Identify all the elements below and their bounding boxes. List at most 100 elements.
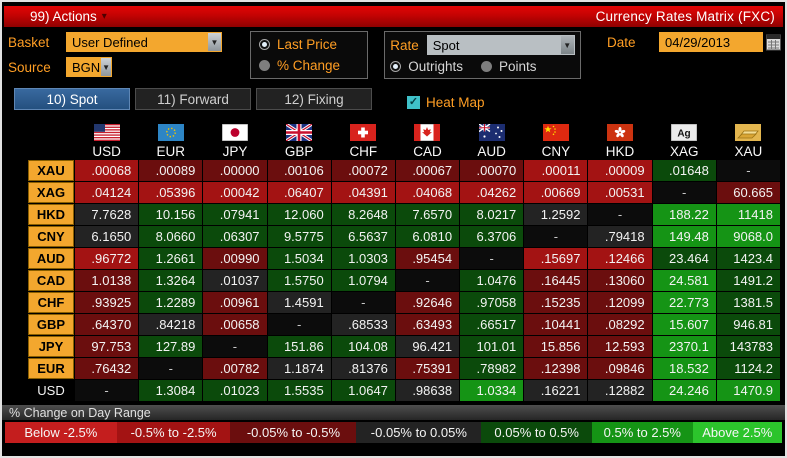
column-header-jpy[interactable]: JPY [203,113,267,159]
row-header-xag[interactable]: XAG [28,182,74,203]
cell-cad-gbp[interactable]: 1.5750 [267,270,331,291]
cell-cny-usd[interactable]: 6.1650 [75,226,139,247]
cell-cad-chf[interactable]: 1.0794 [331,270,395,291]
cell-gbp-cny[interactable]: .10441 [524,314,588,335]
cell-cad-usd[interactable]: 1.0138 [75,270,139,291]
row-header-chf[interactable]: CHF [28,292,74,313]
row-header-aud[interactable]: AUD [28,248,74,269]
cell-cad-cny[interactable]: .16445 [524,270,588,291]
cell-eur-usd[interactable]: .76432 [75,358,139,379]
cell-gbp-hkd[interactable]: .08292 [588,314,652,335]
radio-last-price[interactable]: Last Price [259,35,359,55]
cell-eur-jpy[interactable]: .00782 [203,358,267,379]
cell-xag-eur[interactable]: .05396 [139,182,203,203]
cell-eur-xag[interactable]: 18.532 [652,358,716,379]
cell-cny-jpy[interactable]: .06307 [203,226,267,247]
cell-xau-jpy[interactable]: .00000 [203,160,267,181]
cell-cny-eur[interactable]: 8.0660 [139,226,203,247]
date-field[interactable]: 04/29/2013 [659,32,763,52]
cell-jpy-xau[interactable]: 143783 [716,336,780,357]
cell-chf-chf[interactable]: - [331,292,395,313]
cell-hkd-xau[interactable]: 11418 [716,204,780,225]
row-header-xau[interactable]: XAU [28,160,74,181]
column-header-xau[interactable]: XAU [716,113,780,159]
cell-usd-xag[interactable]: 24.246 [652,380,716,401]
cell-cad-eur[interactable]: 1.3264 [139,270,203,291]
basket-dropdown[interactable]: User Defined [66,32,222,52]
cell-hkd-jpy[interactable]: .07941 [203,204,267,225]
cell-eur-cny[interactable]: .12398 [524,358,588,379]
cell-jpy-usd[interactable]: 97.753 [75,336,139,357]
cell-chf-aud[interactable]: .97058 [460,292,524,313]
cell-hkd-cny[interactable]: 1.2592 [524,204,588,225]
cell-xag-aud[interactable]: .04262 [460,182,524,203]
cell-jpy-aud[interactable]: 101.01 [460,336,524,357]
cell-xau-cad[interactable]: .00067 [395,160,460,181]
cell-cny-cad[interactable]: 6.0810 [395,226,460,247]
cell-hkd-gbp[interactable]: 12.060 [267,204,331,225]
cell-chf-hkd[interactable]: .12099 [588,292,652,313]
cell-cny-hkd[interactable]: .79418 [588,226,652,247]
cell-hkd-usd[interactable]: 7.7628 [75,204,139,225]
cell-jpy-jpy[interactable]: - [203,336,267,357]
tab-spot[interactable]: 10) Spot [14,88,130,110]
source-dropdown[interactable]: BGN [66,57,112,77]
cell-cad-xag[interactable]: 24.581 [652,270,716,291]
cell-hkd-chf[interactable]: 8.2648 [331,204,395,225]
chevron-down-icon[interactable] [208,33,221,51]
tab-forward[interactable]: 11) Forward [135,88,251,110]
cell-cad-aud[interactable]: 1.0476 [460,270,524,291]
cell-xau-cny[interactable]: .00011 [524,160,588,181]
chevron-down-icon[interactable] [101,58,111,76]
cell-eur-hkd[interactable]: .09846 [588,358,652,379]
cell-cny-xag[interactable]: 149.48 [652,226,716,247]
column-header-aud[interactable]: AUD [460,113,524,159]
radio-outrights[interactable]: Outrights [390,56,463,76]
rate-dropdown[interactable]: Spot [426,35,575,55]
cell-aud-jpy[interactable]: .00990 [203,248,267,269]
row-header-jpy[interactable]: JPY [28,336,74,357]
cell-usd-hkd[interactable]: .12882 [588,380,652,401]
cell-xag-usd[interactable]: .04124 [75,182,139,203]
cell-gbp-eur[interactable]: .84218 [139,314,203,335]
cell-chf-xau[interactable]: 1381.5 [716,292,780,313]
cell-aud-cny[interactable]: .15697 [524,248,588,269]
cell-chf-cny[interactable]: .15235 [524,292,588,313]
cell-eur-xau[interactable]: 1124.2 [716,358,780,379]
cell-xau-xag[interactable]: .01648 [652,160,716,181]
cell-gbp-usd[interactable]: .64370 [75,314,139,335]
cell-usd-usd[interactable]: - [75,380,139,401]
cell-usd-cny[interactable]: .16221 [524,380,588,401]
cell-chf-eur[interactable]: 1.2289 [139,292,203,313]
row-header-cad[interactable]: CAD [28,270,74,291]
cell-gbp-chf[interactable]: .68533 [331,314,395,335]
cell-xag-xau[interactable]: 60.665 [716,182,780,203]
row-header-cny[interactable]: CNY [28,226,74,247]
cell-aud-xau[interactable]: 1423.4 [716,248,780,269]
heat-map-toggle[interactable]: Heat Map [407,95,485,110]
cell-aud-usd[interactable]: .96772 [75,248,139,269]
cell-hkd-xag[interactable]: 188.22 [652,204,716,225]
cell-xau-xau[interactable]: - [716,160,780,181]
cell-xag-chf[interactable]: .04391 [331,182,395,203]
calendar-icon[interactable] [766,34,781,51]
cell-aud-gbp[interactable]: 1.5034 [267,248,331,269]
cell-gbp-xau[interactable]: 946.81 [716,314,780,335]
cell-eur-cad[interactable]: .75391 [395,358,460,379]
cell-aud-eur[interactable]: 1.2661 [139,248,203,269]
cell-chf-xag[interactable]: 22.773 [652,292,716,313]
cell-usd-aud[interactable]: 1.0334 [460,380,524,401]
cell-jpy-gbp[interactable]: 151.86 [267,336,331,357]
cell-chf-jpy[interactable]: .00961 [203,292,267,313]
row-header-hkd[interactable]: HKD [28,204,74,225]
cell-eur-gbp[interactable]: 1.1874 [267,358,331,379]
cell-chf-usd[interactable]: .93925 [75,292,139,313]
cell-hkd-hkd[interactable]: - [588,204,652,225]
radio-percent-change[interactable]: % Change [259,56,359,76]
cell-jpy-chf[interactable]: 104.08 [331,336,395,357]
cell-gbp-gbp[interactable]: - [267,314,331,335]
column-header-chf[interactable]: CHF [331,113,395,159]
cell-aud-cad[interactable]: .95454 [395,248,460,269]
cell-xag-xag[interactable]: - [652,182,716,203]
cell-eur-chf[interactable]: .81376 [331,358,395,379]
